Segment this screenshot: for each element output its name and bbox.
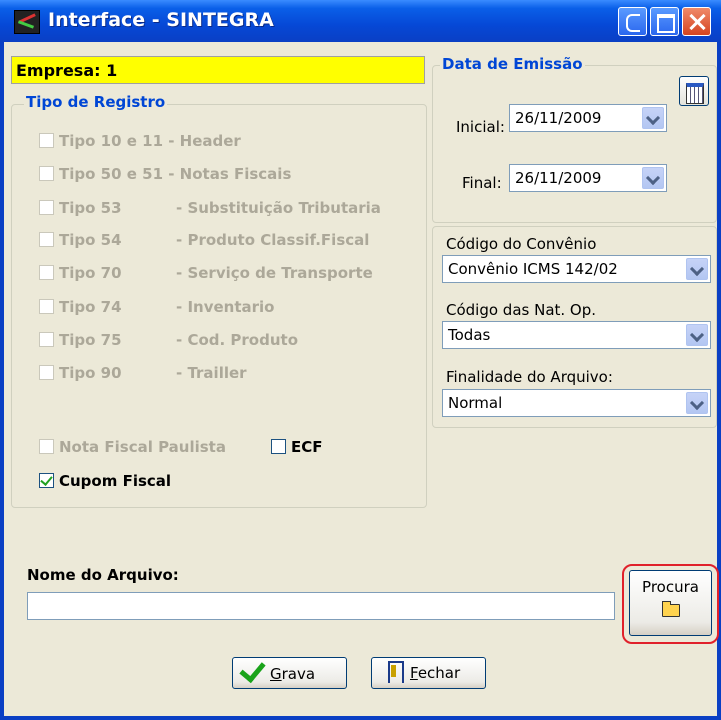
codigo-convenio-label: Código do Convênio: [446, 235, 597, 253]
checkbox-nota-fiscal-paulista[interactable]: Nota Fiscal Paulista: [39, 437, 226, 457]
checkbox-tipo-70[interactable]: Tipo 70- Serviço de Transporte: [39, 263, 373, 283]
tipo-registro-legend: Tipo de Registro: [24, 93, 168, 111]
procura-button[interactable]: Procura: [629, 570, 712, 636]
fechar-button[interactable]: Fechar: [371, 657, 486, 689]
finalidade-value: Normal: [448, 394, 503, 412]
checkbox-tipo-10-11[interactable]: Tipo 10 e 11 - Header: [39, 131, 241, 151]
checkbox-box[interactable]: [271, 439, 286, 454]
inicial-date-select[interactable]: 26/11/2009: [509, 104, 667, 132]
codigo-nat-op-value: Todas: [448, 326, 491, 344]
checkbox-box[interactable]: [39, 473, 54, 488]
codigo-nat-op-label: Código das Nat. Op.: [446, 301, 597, 319]
data-emissao-group: [432, 65, 717, 223]
exit-door-icon: [386, 661, 404, 683]
checkbox-ecf[interactable]: ECF: [271, 437, 323, 457]
chevron-down-icon[interactable]: [642, 167, 664, 189]
app-icon: [14, 10, 40, 34]
checkbox-box[interactable]: [39, 265, 54, 280]
folder-icon: [661, 601, 680, 617]
checkbox-box[interactable]: [39, 166, 54, 181]
chevron-down-icon[interactable]: [642, 107, 664, 129]
finalidade-label: Finalidade do Arquivo:: [446, 368, 613, 386]
codigo-convenio-select[interactable]: Convênio ICMS 142/02: [442, 255, 711, 283]
finalidade-select[interactable]: Normal: [442, 389, 711, 417]
title-bar[interactable]: Interface - SINTEGRA: [0, 0, 721, 42]
nome-arquivo-input[interactable]: [27, 592, 615, 620]
checkbox-tipo-75[interactable]: Tipo 75- Cod. Produto: [39, 330, 298, 350]
window-title: Interface - SINTEGRA: [48, 9, 274, 31]
checkbox-cupom-fiscal[interactable]: Cupom Fiscal: [39, 471, 171, 491]
data-emissao-legend: Data de Emissão: [440, 55, 585, 73]
checkbox-box[interactable]: [39, 133, 54, 148]
final-label: Final:: [462, 174, 502, 192]
codigo-convenio-value: Convênio ICMS 142/02: [448, 260, 618, 278]
checkbox-box[interactable]: [39, 299, 54, 314]
checkbox-tipo-50-51[interactable]: Tipo 50 e 51 - Notas Fiscais: [39, 164, 291, 184]
checkbox-tipo-90[interactable]: Tipo 90- Trailler: [39, 363, 247, 383]
checkbox-tipo-53[interactable]: Tipo 53- Substituição Tributaria: [39, 198, 381, 218]
checkbox-box[interactable]: [39, 332, 54, 347]
checkbox-tipo-54[interactable]: Tipo 54- Produto Classif.Fiscal: [39, 230, 369, 250]
checkbox-box[interactable]: [39, 232, 54, 247]
procura-label: Procura: [642, 578, 699, 596]
final-date-select[interactable]: 26/11/2009: [509, 164, 667, 192]
maximize-button[interactable]: [650, 7, 679, 36]
calendar-icon[interactable]: [679, 76, 709, 106]
empresa-banner: Empresa: 1: [11, 56, 425, 84]
chevron-down-icon[interactable]: [686, 324, 708, 346]
checkbox-box[interactable]: [39, 200, 54, 215]
check-icon: [239, 655, 266, 684]
inicial-label: Inicial:: [456, 118, 505, 136]
inicial-date-value: 26/11/2009: [515, 109, 602, 127]
checkbox-tipo-74[interactable]: Tipo 74- Inventario: [39, 297, 274, 317]
close-button[interactable]: [682, 7, 711, 36]
nome-arquivo-label: Nome do Arquivo:: [27, 566, 179, 584]
minimize-button[interactable]: [618, 7, 647, 36]
chevron-down-icon[interactable]: [686, 258, 708, 280]
checkbox-box[interactable]: [39, 439, 54, 454]
grava-button[interactable]: Grava: [232, 655, 347, 689]
final-date-value: 26/11/2009: [515, 169, 602, 187]
codigo-nat-op-select[interactable]: Todas: [442, 321, 711, 349]
checkbox-box[interactable]: [39, 365, 54, 380]
chevron-down-icon[interactable]: [686, 392, 708, 414]
